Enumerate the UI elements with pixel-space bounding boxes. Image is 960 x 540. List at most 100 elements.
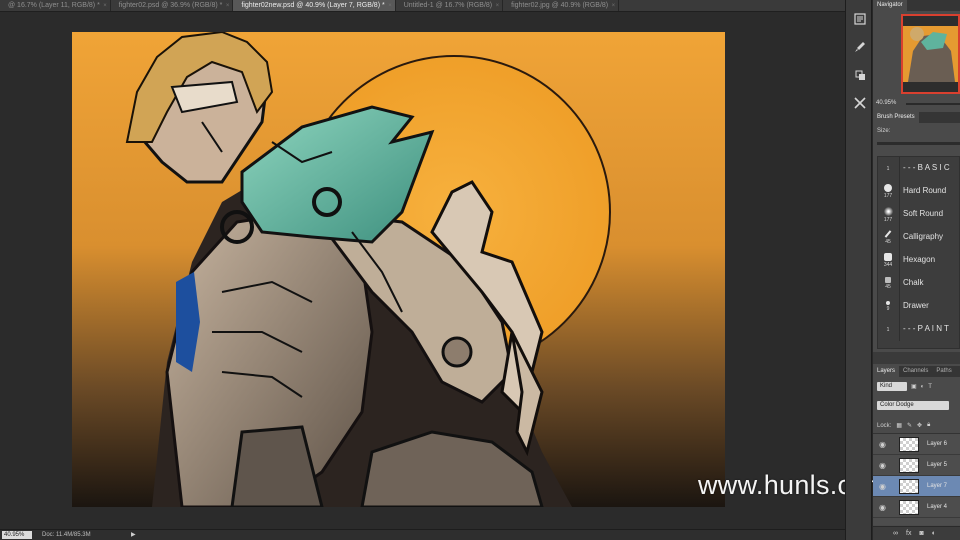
layer-thumbnail xyxy=(899,479,919,494)
layer-name: Layer 4 xyxy=(927,504,948,510)
close-tab-icon[interactable]: × xyxy=(226,0,230,11)
brush-size-number: 177 xyxy=(883,216,893,223)
adjustment-icon[interactable]: ◐ xyxy=(932,530,936,537)
visibility-eye-icon[interactable]: ◉ xyxy=(879,503,886,512)
layer-row[interactable]: ◉ Layer 5 xyxy=(873,455,960,476)
lock-all-icon[interactable]: 🔒︎ xyxy=(927,422,930,429)
brush-preset-item[interactable]: 1 - - - P A I N T xyxy=(878,318,959,341)
brush-preset-name: Chalk xyxy=(903,278,924,287)
brush-size-number: 45 xyxy=(885,239,891,245)
fx-icon[interactable]: fx xyxy=(906,530,911,537)
link-icon[interactable]: ∞ xyxy=(893,530,898,537)
tools-icon[interactable] xyxy=(851,94,868,111)
brush-size-label: Size: xyxy=(877,128,891,134)
brush-preset-item[interactable]: 45 Chalk xyxy=(878,272,959,295)
brush-preset-item[interactable]: 177 Hard Round xyxy=(878,180,959,203)
brush-size-number: 9 xyxy=(886,306,890,312)
brush-preset-item[interactable]: 177 Soft Round xyxy=(878,203,959,226)
zoom-field[interactable]: 40.95% xyxy=(2,531,32,539)
brush-preset-item[interactable]: 1 - - - B A S I C xyxy=(878,157,959,180)
document-tab[interactable]: fighter02.psd @ 36.9% (RGB/8) * × xyxy=(111,0,234,11)
brush-tip-icon: 1 xyxy=(880,319,896,340)
brush-tip-icon: 177 xyxy=(880,204,896,225)
right-panels: Navigator 40.95% Brush Presets Size: 1 - … xyxy=(873,0,960,540)
navigator-thumbnail[interactable] xyxy=(901,14,960,94)
brush-preset-name: Hard Round xyxy=(903,186,947,195)
document-tab[interactable]: fighter02new.psd @ 40.9% (Layer 7, RGB/8… xyxy=(233,0,396,11)
brush-preset-name: - - - B A S I C xyxy=(903,163,950,172)
brush-tip-icon: 1 xyxy=(880,158,896,179)
status-menu-arrow-icon[interactable]: ▶ xyxy=(131,530,136,540)
tab-brush-presets[interactable]: Brush Presets xyxy=(873,112,919,123)
brush-preset-name: Drawer xyxy=(903,301,929,310)
brush-tip-icon: 177 xyxy=(880,181,896,202)
mask-icon[interactable]: ◙ xyxy=(919,530,923,537)
document-tabs: @ 16.7% (Layer 11, RGB/8) * × fighter02.ps… xyxy=(0,0,845,12)
layers-list[interactable]: ◉ Layer 6 ◉ Layer 5 ◉ Layer 7 ◉ Layer 4 xyxy=(873,433,960,525)
close-tab-icon[interactable]: × xyxy=(496,0,500,11)
visibility-eye-icon[interactable]: ◉ xyxy=(879,440,886,449)
clone-source-icon[interactable] xyxy=(851,66,868,83)
blend-mode-row: Color Dodge xyxy=(877,401,960,412)
brush-preset-item[interactable]: 344 Hexagon xyxy=(878,249,959,272)
brush-size-slider[interactable] xyxy=(877,142,960,145)
filter-adjustment-icon[interactable]: ◐ xyxy=(921,384,925,390)
filter-image-icon[interactable]: ▣ xyxy=(911,383,917,390)
brush-tip-icon: 45 xyxy=(880,273,896,294)
layer-row[interactable]: ◉ Layer 6 xyxy=(873,434,960,455)
brush-preset-name: - - - P A I N T xyxy=(903,324,949,333)
brush-icon[interactable] xyxy=(851,38,868,55)
tab-layers[interactable]: Layers xyxy=(873,366,900,377)
layer-name: Layer 6 xyxy=(927,441,948,447)
layers-footer: ∞ fx ◙ ◐ xyxy=(873,526,960,540)
document-tab-label: Untitled-1 @ 16.7% (RGB/8) xyxy=(403,2,493,9)
blend-mode-select[interactable]: Color Dodge xyxy=(877,401,949,410)
layer-name: Layer 7 xyxy=(927,483,948,489)
canvas-area[interactable] xyxy=(0,12,845,529)
layer-row[interactable]: ◉ Layer 4 xyxy=(873,497,960,518)
close-tab-icon[interactable]: × xyxy=(612,0,616,11)
navigator-tabbar: Navigator xyxy=(873,0,960,11)
brush-preset-item[interactable]: 9 Drawer xyxy=(878,295,959,318)
lock-paint-icon[interactable]: ✎ xyxy=(907,422,912,429)
filter-type-icon[interactable]: T xyxy=(928,384,932,390)
visibility-eye-icon[interactable]: ◉ xyxy=(879,461,886,470)
document-tab[interactable]: @ 16.7% (Layer 11, RGB/8) * × xyxy=(0,0,111,11)
layer-kind-filter[interactable]: Kind xyxy=(877,382,907,391)
document-tab[interactable]: fighter02.jpg @ 40.9% (RGB/8) × xyxy=(503,0,620,11)
panel-icon-strip xyxy=(845,0,872,540)
brush-tip-icon: 344 xyxy=(880,250,896,271)
close-tab-icon[interactable]: × xyxy=(388,0,392,11)
navigator-zoom[interactable]: 40.95% xyxy=(876,100,896,106)
fighter-illustration xyxy=(72,32,725,507)
lock-move-icon[interactable]: ✥ xyxy=(917,422,922,429)
document-tab-label: @ 16.7% (Layer 11, RGB/8) * xyxy=(8,2,100,9)
artwork-image[interactable] xyxy=(72,32,725,507)
brush-tip-icon: 45 xyxy=(880,227,896,248)
brush-preset-item[interactable]: 45 Calligraphy xyxy=(878,226,959,249)
brush-size-number: 344 xyxy=(883,262,893,268)
navigator-zoom-slider[interactable] xyxy=(906,103,960,105)
close-tab-icon[interactable]: × xyxy=(103,0,107,11)
tab-navigator[interactable]: Navigator xyxy=(873,0,907,11)
brush-presets-tabbar: Brush Presets xyxy=(873,112,960,123)
brush-preset-name: Soft Round xyxy=(903,209,944,218)
brush-preset-name: Hexagon xyxy=(903,255,936,264)
tab-channels[interactable]: Channels xyxy=(899,366,932,377)
document-size-info: Doc: 11.4M/85.3M xyxy=(42,532,91,538)
layer-name: Layer 5 xyxy=(927,462,948,468)
brush-size-number: 45 xyxy=(885,284,891,290)
visibility-eye-icon[interactable]: ◉ xyxy=(879,482,886,491)
brush-size-number: 1 xyxy=(886,327,890,333)
lock-transparency-icon[interactable]: ▦ xyxy=(896,422,902,429)
document-tab[interactable]: Untitled-1 @ 16.7% (RGB/8) × xyxy=(396,0,504,11)
tab-paths[interactable]: Paths xyxy=(932,366,955,377)
layers-tabbar: Layers Channels Paths xyxy=(873,366,960,377)
layer-filter-row: Kind ▣ ◐ T xyxy=(877,381,960,392)
brush-preset-name: Calligraphy xyxy=(903,232,944,241)
layer-row[interactable]: ◉ Layer 7 xyxy=(873,476,960,497)
history-icon[interactable] xyxy=(851,10,868,27)
panel-divider xyxy=(873,352,960,364)
lock-row: Lock: ▦ ✎ ✥ 🔒︎ xyxy=(877,420,960,431)
brush-preset-list[interactable]: 1 - - - B A S I C 177 Hard Round 177 Soft Rou… xyxy=(877,156,960,349)
